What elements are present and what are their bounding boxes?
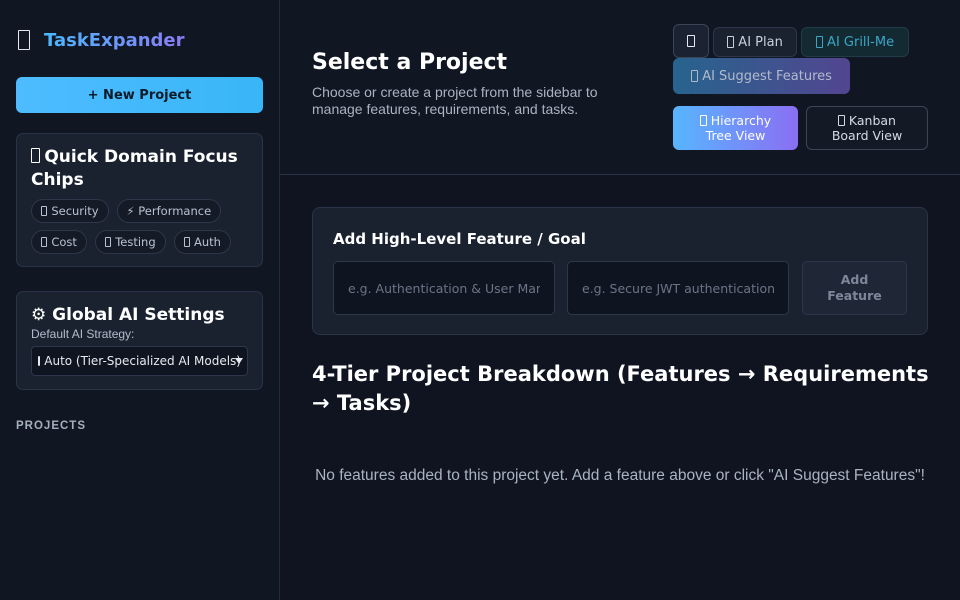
main-area: Select a Project Choose or create a proj… [280,0,960,600]
main-header: Select a Project Choose or create a proj… [280,0,960,175]
app-root: TaskExpander + New Project Quick Domain … [0,0,960,600]
chip-cost[interactable]: Cost [31,230,87,254]
new-project-button[interactable]: + New Project [16,77,263,113]
chip-auth[interactable]: Auth [173,230,231,254]
chip-testing[interactable]: Testing [94,230,166,254]
domain-focus-title: Quick Domain Focus Chips [31,147,238,190]
empty-state-message: No features added to this project yet. A… [315,467,925,484]
sparkle-icon [691,70,699,82]
feature-title-input[interactable] [333,261,555,315]
plan-icon [727,36,735,48]
breakdown-title: 4-Tier Project Breakdown (Features → Req… [312,362,929,415]
money-icon [41,236,48,247]
feature-description-input[interactable] [567,261,789,315]
brand: TaskExpander [16,24,263,56]
grill-icon [815,36,824,48]
page-title: Select a Project [312,50,508,75]
sidebar: TaskExpander + New Project Quick Domain … [0,0,280,600]
chip-list: Security ⚡ Performance Cost Testing Auth [31,199,248,254]
strategy-label: Default AI Strategy: [31,327,135,341]
strategy-select[interactable]: Auto (Tier-Specialized AI Models) [31,346,248,376]
strategy-value: Auto (Tier-Specialized AI Models) [44,354,241,368]
tree-view-button[interactable]: Hierarchy Tree View [673,106,798,150]
chip-security[interactable]: Security [31,199,109,223]
target-icon [31,148,41,164]
add-feature-button[interactable]: Add Feature [802,261,907,315]
kanban-view-button[interactable]: Kanban Board View [806,106,928,150]
kanban-icon [838,114,845,126]
add-feature-title: Add High-Level Feature / Goal [333,230,586,248]
ai-grill-me-button[interactable]: AI Grill-Me [801,27,909,57]
test-icon [104,236,112,247]
ai-plan-button[interactable]: AI Plan [713,27,797,57]
ai-settings-card: ⚙ Global AI Settings Default AI Strategy… [16,291,263,390]
chip-performance[interactable]: ⚡ Performance [116,199,222,223]
add-feature-card: Add High-Level Feature / Goal Add Featur… [312,207,928,335]
ai-settings-title: ⚙ Global AI Settings [31,305,225,325]
ai-suggest-features-button[interactable]: AI Suggest Features [673,58,850,94]
export-button[interactable] [673,24,709,58]
chevron-down-icon [235,358,243,364]
app-icon [18,30,30,50]
robot-icon [38,355,41,367]
projects-heading: PROJECTS [16,420,86,432]
lock-icon [41,205,48,216]
domain-focus-card: Quick Domain Focus Chips Security ⚡ Perf… [16,133,263,267]
tree-icon [699,114,707,126]
key-icon [183,236,190,247]
export-icon [687,35,695,47]
page-subtitle: Choose or create a project from the side… [312,84,598,117]
brand-name: TaskExpander [44,29,185,51]
